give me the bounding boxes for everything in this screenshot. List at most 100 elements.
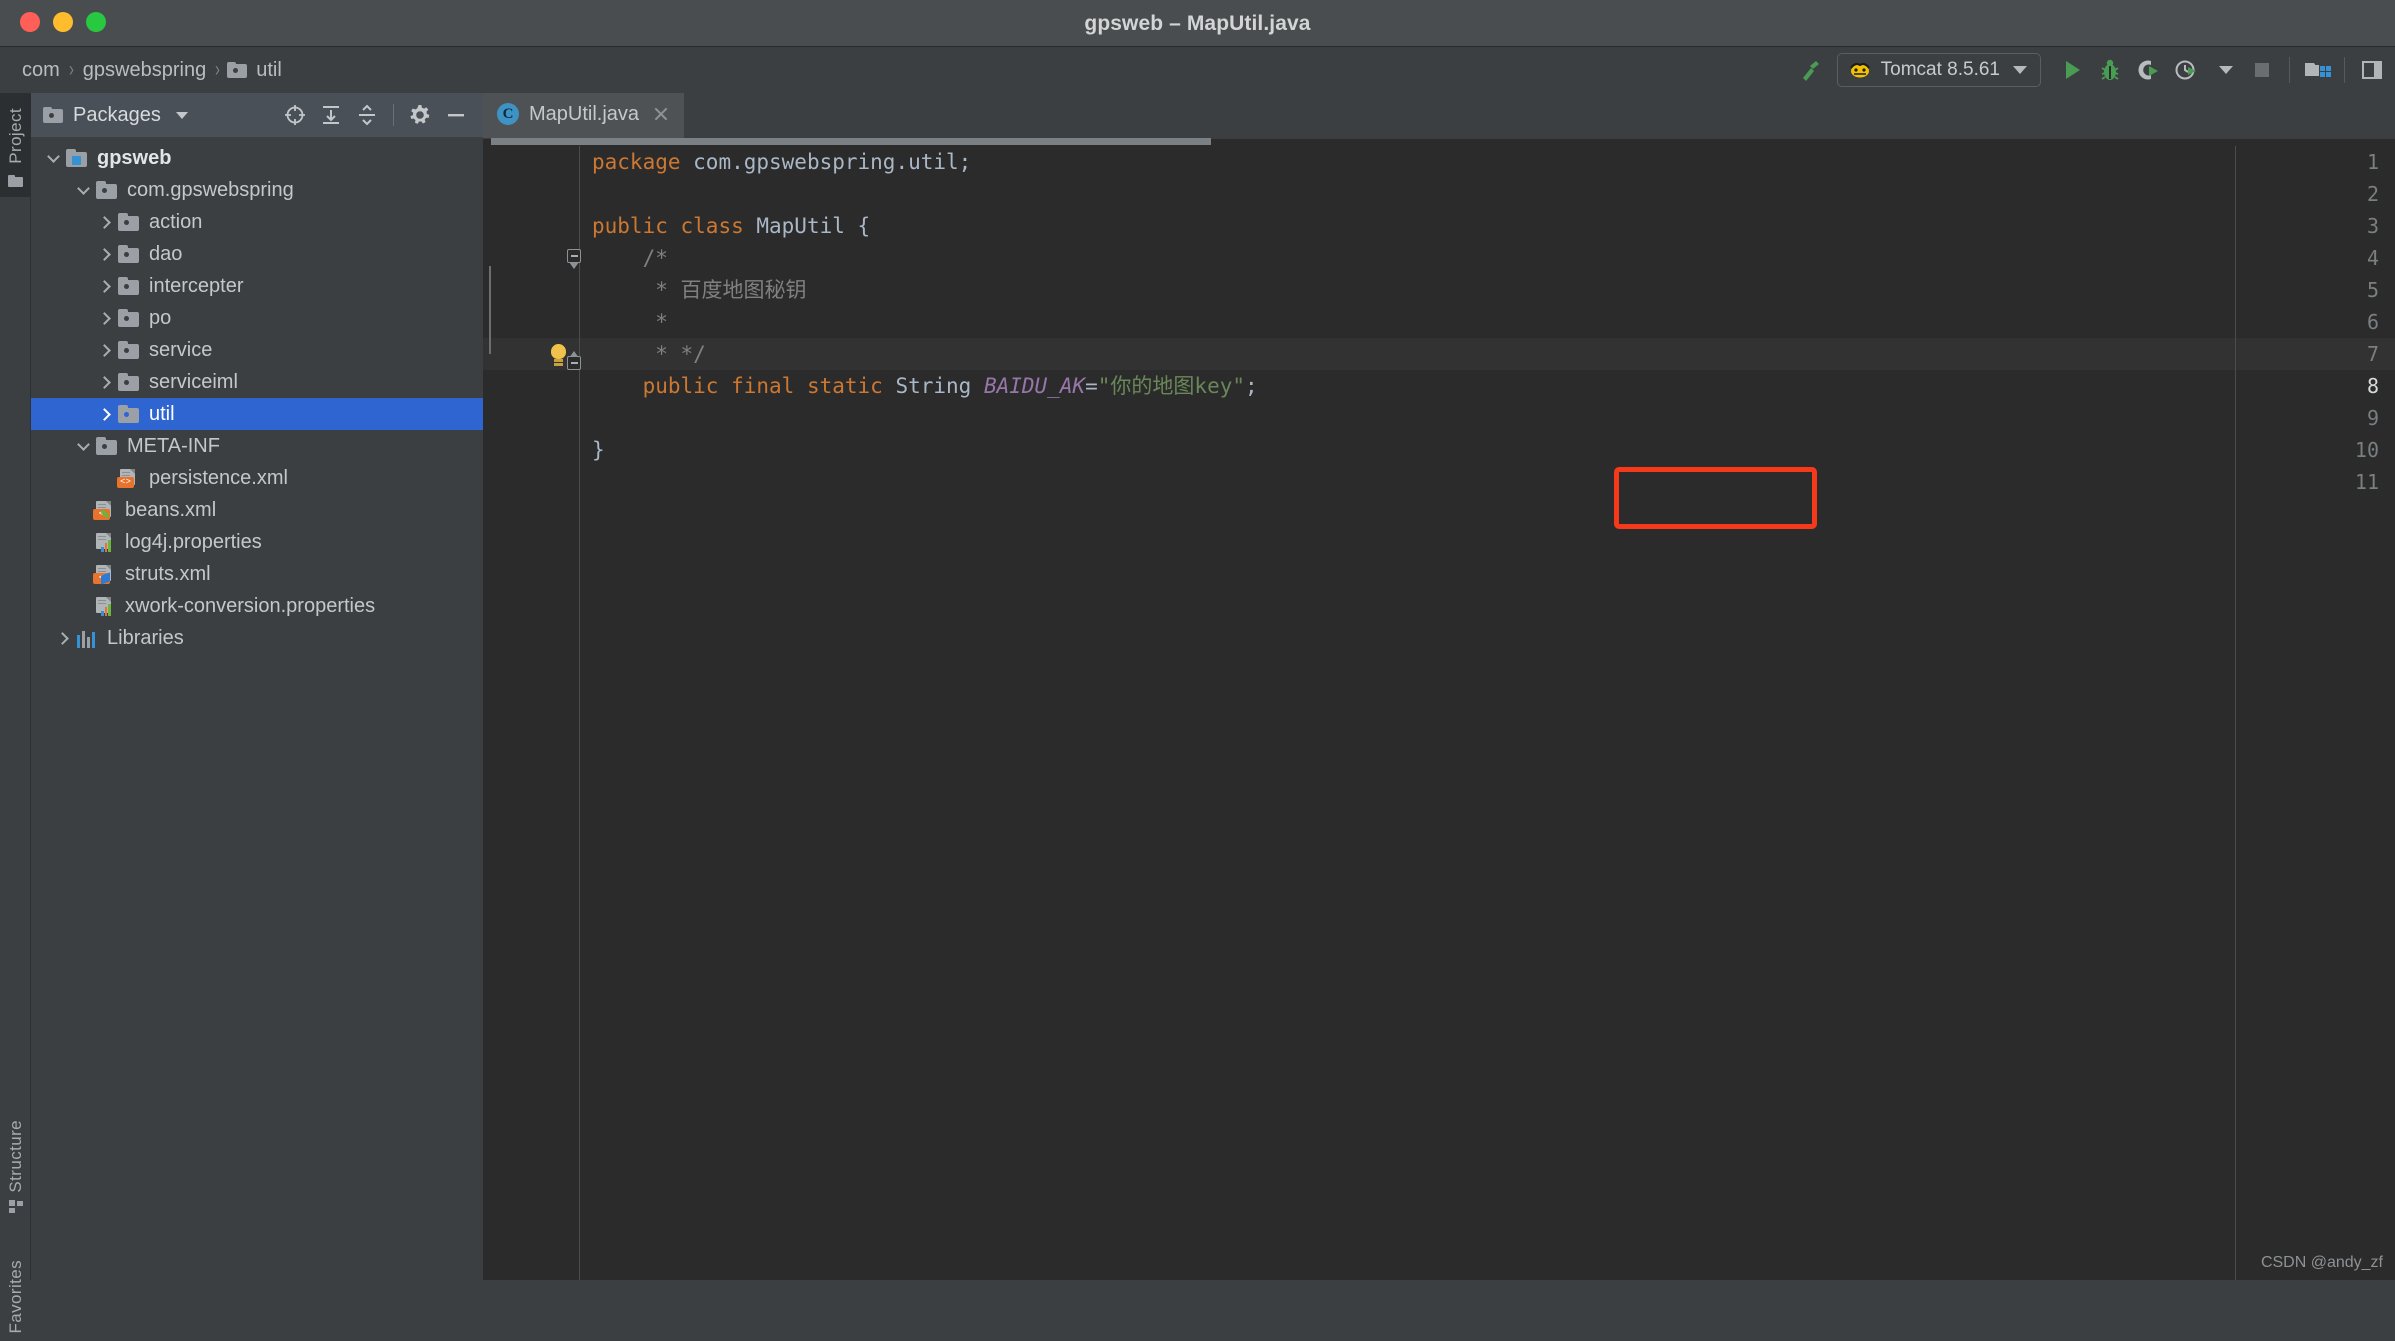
tree-item-label: po (149, 307, 171, 330)
tree-item-struts-xml[interactable]: < struts.xml (31, 558, 483, 590)
more-button[interactable] (2353, 51, 2391, 89)
run-configuration-selector[interactable]: Tomcat 8.5.61 (1837, 53, 2041, 87)
run-with-coverage-button[interactable] (2129, 51, 2167, 89)
sidebar-item-favorites[interactable]: Favorites (0, 1253, 31, 1341)
struts-xml-file-icon: < (93, 565, 116, 584)
tree-item-util[interactable]: util (31, 398, 483, 430)
tree-item-label: beans.xml (125, 499, 216, 522)
collapse-all-button[interactable] (350, 98, 384, 132)
line-number: 6 (2299, 306, 2395, 338)
breadcrumb-separator: › (214, 58, 222, 82)
chevron-down-icon (2219, 66, 2233, 74)
view-mode-selector[interactable]: Packages (43, 104, 188, 127)
package-icon (95, 437, 118, 456)
token-comment: * */ (592, 342, 706, 366)
tree-item-intercepter[interactable]: intercepter (31, 270, 483, 302)
close-icon[interactable] (651, 104, 671, 124)
play-icon (2059, 57, 2085, 83)
code-line-11 (579, 466, 592, 498)
package-icon (117, 373, 140, 392)
libraries-icon (75, 629, 98, 648)
horizontal-scrollbar-thumb[interactable] (491, 138, 1211, 145)
main-toolbar: Tomcat 8.5.61 (1791, 47, 2395, 93)
title-bar: gpsweb – MapUtil.java (0, 0, 2395, 47)
tab-maputil-java[interactable]: C MapUtil.java (483, 93, 684, 138)
tree-item-action[interactable]: action (31, 206, 483, 238)
xml-file-icon: <> (117, 469, 140, 488)
twisty-right-icon[interactable] (93, 218, 117, 227)
tree-item-serviceiml[interactable]: serviceiml (31, 366, 483, 398)
project-structure-button[interactable] (2298, 51, 2336, 89)
breadcrumb-item-util-label: util (256, 59, 282, 82)
twisty-right-icon[interactable] (93, 378, 117, 387)
expand-all-button[interactable] (314, 98, 348, 132)
token-operator: = (1085, 374, 1098, 398)
tree-item-label: intercepter (149, 275, 244, 298)
project-panel-toolbar (278, 98, 473, 132)
tree-item-label: util (149, 403, 175, 426)
twisty-right-icon[interactable] (93, 410, 117, 419)
tree-item-gpsweb[interactable]: gpsweb (31, 142, 483, 174)
module-icon (65, 149, 88, 168)
tomcat-icon (1848, 60, 1872, 80)
run-configuration-name: Tomcat 8.5.61 (1881, 59, 2000, 81)
code-line-6: * (579, 306, 668, 338)
profiler-button[interactable] (2167, 51, 2205, 89)
package-icon (117, 405, 140, 424)
breadcrumb-item-com[interactable]: com (16, 59, 66, 82)
tree-item-persistence-xml[interactable]: <> persistence.xml (31, 462, 483, 494)
token-keyword: package (592, 150, 693, 174)
twisty-right-icon[interactable] (93, 346, 117, 355)
structure-icon (9, 1200, 23, 1213)
sidebar-item-project-label: Project (6, 101, 26, 171)
tree-item-libraries[interactable]: Libraries (31, 622, 483, 654)
properties-file-icon (93, 533, 116, 552)
tree-item-service[interactable]: service (31, 334, 483, 366)
build-project-button[interactable] (1791, 51, 1829, 89)
window-title: gpsweb – MapUtil.java (0, 0, 2395, 47)
debug-button[interactable] (2091, 51, 2129, 89)
code-line-7: * */ (579, 338, 706, 370)
stop-button[interactable] (2243, 51, 2281, 89)
package-icon (95, 181, 118, 200)
tree-item-beans-xml[interactable]: < beans.xml (31, 494, 483, 526)
profiler-dropdown-button[interactable] (2205, 51, 2243, 89)
twisty-right-icon[interactable] (93, 250, 117, 259)
tree-item-com-gpswebspring[interactable]: com.gpswebspring (31, 174, 483, 206)
sidebar-item-favorites-label: Favorites (6, 1253, 26, 1341)
java-class-icon: C (497, 103, 519, 125)
token-string-literal: "你的地图key" (1098, 374, 1245, 398)
twisty-down-icon[interactable] (71, 444, 95, 449)
package-icon (117, 277, 140, 296)
tree-item-xwork-conversion-properties[interactable]: xwork-conversion.properties (31, 590, 483, 622)
tree-item-label: com.gpswebspring (127, 179, 294, 202)
editor-gutter[interactable] (483, 146, 579, 1280)
twisty-right-icon[interactable] (93, 282, 117, 291)
tree-item-po[interactable]: po (31, 302, 483, 334)
run-button[interactable] (2053, 51, 2091, 89)
breadcrumb-separator: › (67, 58, 75, 82)
sidebar-item-project[interactable]: Project (0, 93, 31, 197)
code-editor[interactable]: 1 2 3 4 5 6 7 8 9 10 11 package com.gpsw… (483, 146, 2395, 1280)
intention-bulb-icon[interactable] (549, 344, 569, 366)
tree-item-meta-inf[interactable]: META-INF (31, 430, 483, 462)
tree-item-label: gpsweb (97, 147, 171, 170)
line-number: 3 (2299, 210, 2395, 242)
scroll-from-source-button[interactable] (278, 98, 312, 132)
twisty-down-icon[interactable] (71, 188, 95, 193)
hide-panel-button[interactable] (439, 98, 473, 132)
token-keyword: public (592, 374, 731, 398)
breadcrumb-item-gpswebspring[interactable]: gpswebspring (77, 59, 212, 82)
tree-item-log4j-properties[interactable]: log4j.properties (31, 526, 483, 558)
breadcrumb-item-util[interactable]: util (223, 59, 282, 82)
stop-square-icon (2249, 57, 2275, 83)
twisty-right-icon[interactable] (51, 634, 75, 643)
sidebar-item-structure[interactable]: Structure (0, 1113, 31, 1219)
settings-button[interactable] (403, 98, 437, 132)
twisty-down-icon[interactable] (41, 156, 65, 161)
tree-item-label: Libraries (107, 627, 184, 650)
code-line-5: * 百度地图秘钥 (579, 274, 807, 306)
collapse-all-icon (355, 103, 379, 127)
twisty-right-icon[interactable] (93, 314, 117, 323)
tree-item-dao[interactable]: dao (31, 238, 483, 270)
